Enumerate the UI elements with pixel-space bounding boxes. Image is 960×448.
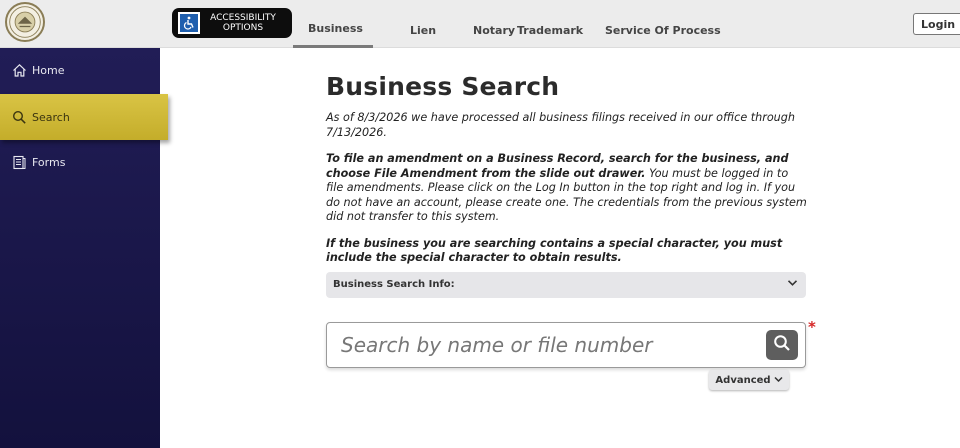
tab-business[interactable]: Business	[293, 0, 373, 48]
search-input[interactable]	[341, 323, 761, 367]
advanced-label: Advanced	[715, 374, 771, 386]
required-marker: *	[808, 318, 816, 336]
business-search-info-label: Business Search Info:	[333, 279, 455, 290]
amendment-notice: To file an amendment on a Business Recor…	[326, 152, 808, 225]
sidebar-item-search[interactable]: Search	[0, 94, 168, 140]
login-button[interactable]: Login	[913, 13, 960, 35]
tab-notary[interactable]: Notary	[443, 0, 515, 48]
advanced-search-button[interactable]: Advanced	[709, 370, 789, 390]
page-title: Business Search	[326, 72, 560, 101]
state-seal-logo[interactable]	[5, 2, 45, 42]
accessibility-options-label: ACCESSIBILITY OPTIONS	[210, 13, 276, 33]
sidebar-item-forms[interactable]: Forms	[11, 154, 65, 170]
tab-trademark[interactable]: Trademark	[515, 0, 599, 48]
search-icon	[11, 109, 27, 125]
home-icon	[11, 62, 27, 78]
seal-icon	[9, 6, 41, 38]
tab-service-of-process[interactable]: Service Of Process	[599, 0, 739, 48]
sidebar: Home Search Forms	[0, 48, 168, 448]
search-icon	[773, 334, 791, 356]
chevron-down-icon	[771, 375, 783, 386]
search-button[interactable]	[766, 330, 798, 360]
accessibility-options-button[interactable]: ACCESSIBILITY OPTIONS	[172, 8, 292, 38]
sidebar-item-label: Search	[32, 110, 70, 124]
top-bar: ACCESSIBILITY OPTIONS Business Lien Nota…	[0, 0, 960, 48]
processed-notice: As of 8/3/2026 we have processed all bus…	[326, 111, 795, 139]
business-search-info-accordion[interactable]: Business Search Info:	[326, 271, 806, 298]
sidebar-item-label: Forms	[32, 155, 66, 169]
sidebar-item-home[interactable]: Home	[11, 62, 64, 78]
special-character-notice: If the business you are searching contai…	[326, 236, 783, 265]
tab-lien[interactable]: Lien	[373, 0, 443, 48]
search-box	[326, 322, 806, 368]
wheelchair-icon	[178, 12, 200, 34]
main-content: Business Search As of 8/3/2026 we have p…	[326, 72, 808, 298]
forms-icon	[11, 154, 27, 170]
chevron-down-icon	[787, 279, 798, 290]
sidebar-item-label: Home	[32, 63, 65, 77]
main-tabs: Business Lien Notary Trademark Service O…	[293, 0, 739, 48]
